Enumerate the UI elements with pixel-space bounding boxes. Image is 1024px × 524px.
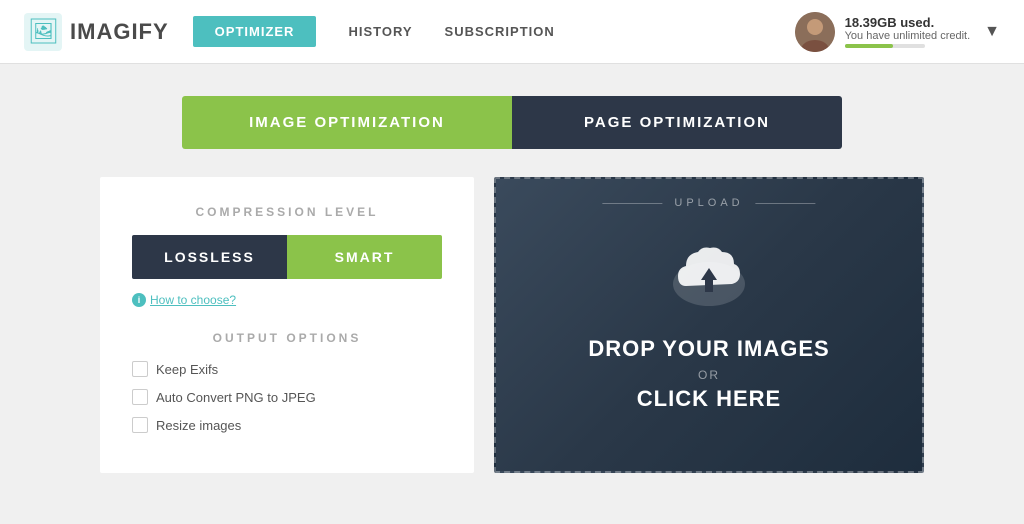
- svg-text:🖼: 🖼: [28, 18, 59, 45]
- main-content: IMAGE OPTIMIZATION PAGE OPTIMIZATION COM…: [0, 64, 1024, 473]
- nav-history-link[interactable]: HISTORY: [348, 24, 412, 39]
- checkbox-keep-exifs-input[interactable]: [132, 361, 148, 377]
- logo-text: IMAGIFY: [70, 19, 169, 45]
- or-text: OR: [698, 368, 720, 382]
- checkbox-auto-convert-input[interactable]: [132, 389, 148, 405]
- checkbox-auto-convert: Auto Convert PNG to JPEG: [132, 389, 442, 405]
- nav-optimizer-button[interactable]: OPTIMIZER: [193, 16, 317, 47]
- logo-icon: 🖼: [24, 13, 62, 51]
- usage-gb: 18.39GB used.: [845, 15, 935, 30]
- usage-bar-fill: [845, 44, 893, 48]
- avatar-image: [795, 12, 835, 52]
- logo-area: 🖼 IMAGIFY: [24, 13, 169, 51]
- info-icon: i: [132, 293, 146, 307]
- how-to-choose-link[interactable]: i How to choose?: [132, 293, 442, 307]
- nav-subscription-link[interactable]: SUBSCRIPTION: [445, 24, 555, 39]
- checkbox-keep-exifs-label: Keep Exifs: [156, 362, 218, 377]
- checkbox-keep-exifs: Keep Exifs: [132, 361, 442, 377]
- drop-text: DROP YOUR IMAGES: [588, 335, 829, 364]
- lower-area: COMPRESSION LEVEL LOSSLESS SMART i How t…: [100, 177, 924, 473]
- click-here-text: CLICK HERE: [637, 386, 781, 412]
- usage-credit: You have unlimited credit.: [845, 30, 971, 42]
- checkbox-auto-convert-label: Auto Convert PNG to JPEG: [156, 390, 316, 405]
- checkbox-resize-images-input[interactable]: [132, 417, 148, 433]
- tab-switcher: IMAGE OPTIMIZATION PAGE OPTIMIZATION: [182, 96, 842, 149]
- upload-panel[interactable]: UPLOAD DROP YOUR IMAGES OR CLICK HERE: [494, 177, 924, 473]
- nav-area: OPTIMIZER HISTORY SUBSCRIPTION: [193, 16, 555, 47]
- compression-toggle: LOSSLESS SMART: [132, 235, 442, 279]
- toggle-lossless[interactable]: LOSSLESS: [132, 235, 287, 279]
- upload-cloud-icon: [664, 238, 754, 315]
- toggle-smart[interactable]: SMART: [287, 235, 442, 279]
- usage-info: 18.39GB used. You have unlimited credit.: [845, 15, 971, 48]
- header: 🖼 IMAGIFY OPTIMIZER HISTORY SUBSCRIPTION…: [0, 0, 1024, 64]
- tab-image-optimization[interactable]: IMAGE OPTIMIZATION: [182, 96, 512, 149]
- upload-line-right: [756, 203, 816, 204]
- chevron-down-icon[interactable]: ▼: [984, 23, 1000, 41]
- upload-label: UPLOAD: [602, 197, 815, 209]
- upload-line-left: [602, 203, 662, 204]
- header-right: 18.39GB used. You have unlimited credit.…: [795, 12, 1000, 52]
- left-panel: COMPRESSION LEVEL LOSSLESS SMART i How t…: [100, 177, 474, 473]
- tab-page-optimization[interactable]: PAGE OPTIMIZATION: [512, 96, 842, 149]
- compression-level-label: COMPRESSION LEVEL: [132, 205, 442, 219]
- checkbox-resize-images: Resize images: [132, 417, 442, 433]
- avatar: [795, 12, 835, 52]
- header-left: 🖼 IMAGIFY OPTIMIZER HISTORY SUBSCRIPTION: [24, 13, 555, 51]
- output-options-label: OUTPUT OPTIONS: [132, 331, 442, 345]
- checkbox-resize-images-label: Resize images: [156, 418, 241, 433]
- usage-bar: [845, 44, 925, 48]
